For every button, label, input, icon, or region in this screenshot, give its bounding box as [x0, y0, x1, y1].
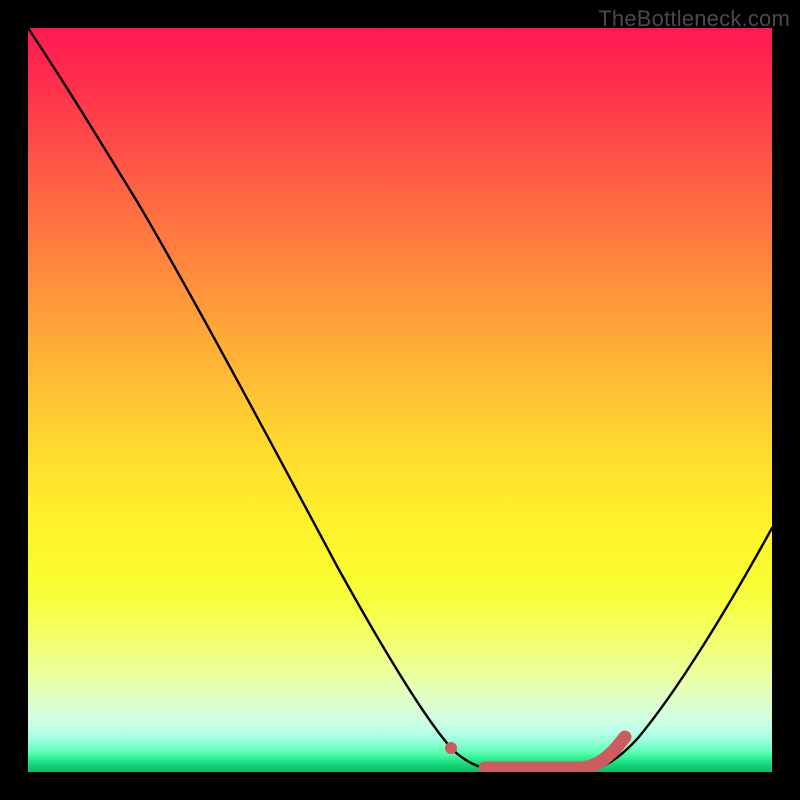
plot-area: [28, 28, 772, 772]
bottleneck-curve: [28, 28, 772, 771]
highlight-dot-icon: [445, 742, 457, 754]
highlight-segment: [485, 737, 625, 768]
curve-layer: [28, 28, 772, 772]
chart-canvas: TheBottleneck.com: [0, 0, 800, 800]
